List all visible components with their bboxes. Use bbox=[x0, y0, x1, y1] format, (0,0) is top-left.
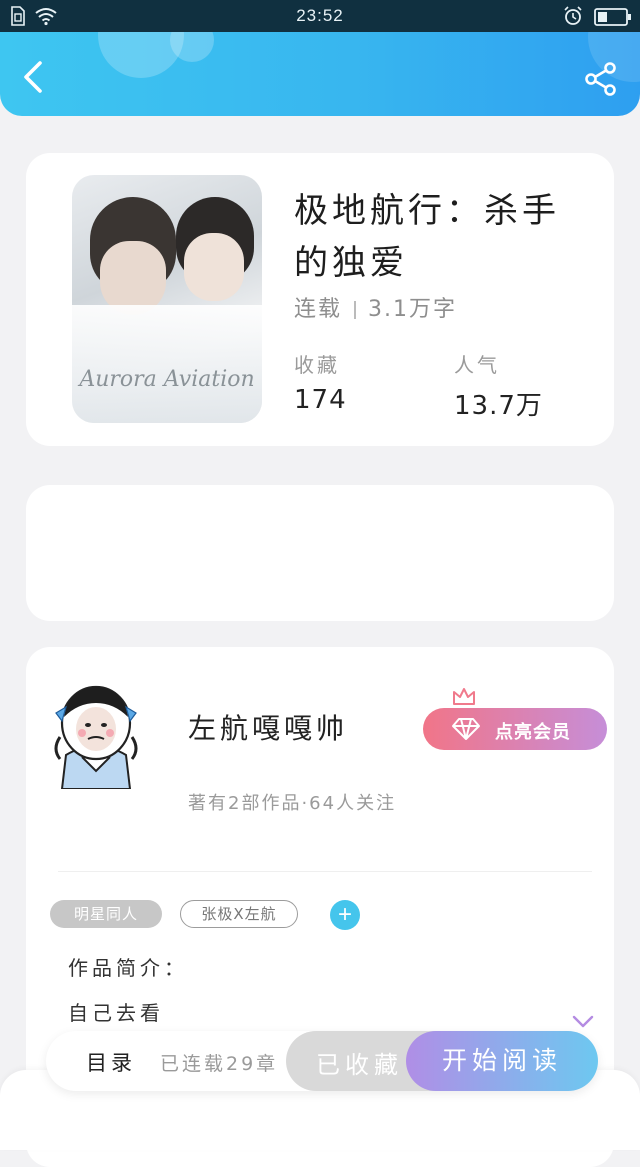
top-nav-bar bbox=[0, 32, 640, 116]
cover-text: Aurora Aviation bbox=[79, 367, 255, 392]
plus-icon: + bbox=[337, 901, 352, 928]
vip-button-label: 点亮会员 bbox=[495, 722, 571, 742]
bottom-action-bar: 目录 已连载29章 已收藏 开始阅读 bbox=[46, 1031, 598, 1091]
author-stats: 著有2部作品·64人关注 bbox=[188, 793, 397, 814]
diamond-icon bbox=[452, 718, 480, 740]
tag-pairing[interactable]: 张极X左航 bbox=[180, 900, 298, 928]
book-info-card: Aurora Aviation 极地航行：杀手的独爱 连载 3.1万字 收藏 17… bbox=[26, 153, 614, 446]
book-meta: 连载 3.1万字 bbox=[294, 291, 457, 323]
back-button[interactable] bbox=[18, 60, 52, 94]
chapter-status: 已连载29章 bbox=[160, 1053, 279, 1075]
word-count: 3.1万字 bbox=[368, 297, 458, 322]
intro-text: 自己去看 bbox=[68, 1001, 164, 1025]
book-cover[interactable]: Aurora Aviation bbox=[72, 175, 262, 423]
stat-value-popularity: 13.7万 bbox=[454, 391, 543, 421]
author-name[interactable]: 左航嘎嘎帅 bbox=[188, 707, 348, 747]
share-icon bbox=[585, 62, 616, 96]
crown-icon bbox=[453, 688, 475, 705]
chevron-down-icon bbox=[572, 1015, 594, 1028]
expand-button[interactable] bbox=[572, 1015, 594, 1029]
tag-category[interactable]: 明星同人 bbox=[50, 900, 162, 928]
collect-label: 已收藏 bbox=[316, 1051, 403, 1079]
stat-label-popularity: 人气 bbox=[454, 353, 500, 377]
share-button[interactable] bbox=[584, 62, 618, 96]
clock: 23:52 bbox=[296, 6, 344, 25]
divider bbox=[58, 871, 592, 872]
stat-value-collections: 174 bbox=[294, 385, 347, 415]
blank-card bbox=[26, 485, 614, 621]
toc-button[interactable]: 目录 bbox=[86, 1047, 136, 1077]
status-bar: 23:52 bbox=[0, 0, 640, 32]
start-reading-button[interactable]: 开始阅读 bbox=[406, 1031, 598, 1091]
book-title: 极地航行：杀手的独爱 bbox=[294, 191, 560, 283]
alarm-icon bbox=[564, 6, 582, 25]
battery-icon bbox=[594, 8, 631, 26]
intro-label: 作品简介： bbox=[68, 956, 188, 980]
avatar[interactable] bbox=[48, 677, 144, 789]
book-status: 连载 bbox=[294, 297, 343, 322]
stat-label-collections: 收藏 bbox=[294, 353, 340, 377]
add-tag-button[interactable]: + bbox=[330, 900, 360, 930]
vip-member-button[interactable]: 点亮会员 bbox=[423, 688, 607, 750]
divider bbox=[354, 301, 357, 319]
chevron-left-icon bbox=[24, 61, 42, 93]
